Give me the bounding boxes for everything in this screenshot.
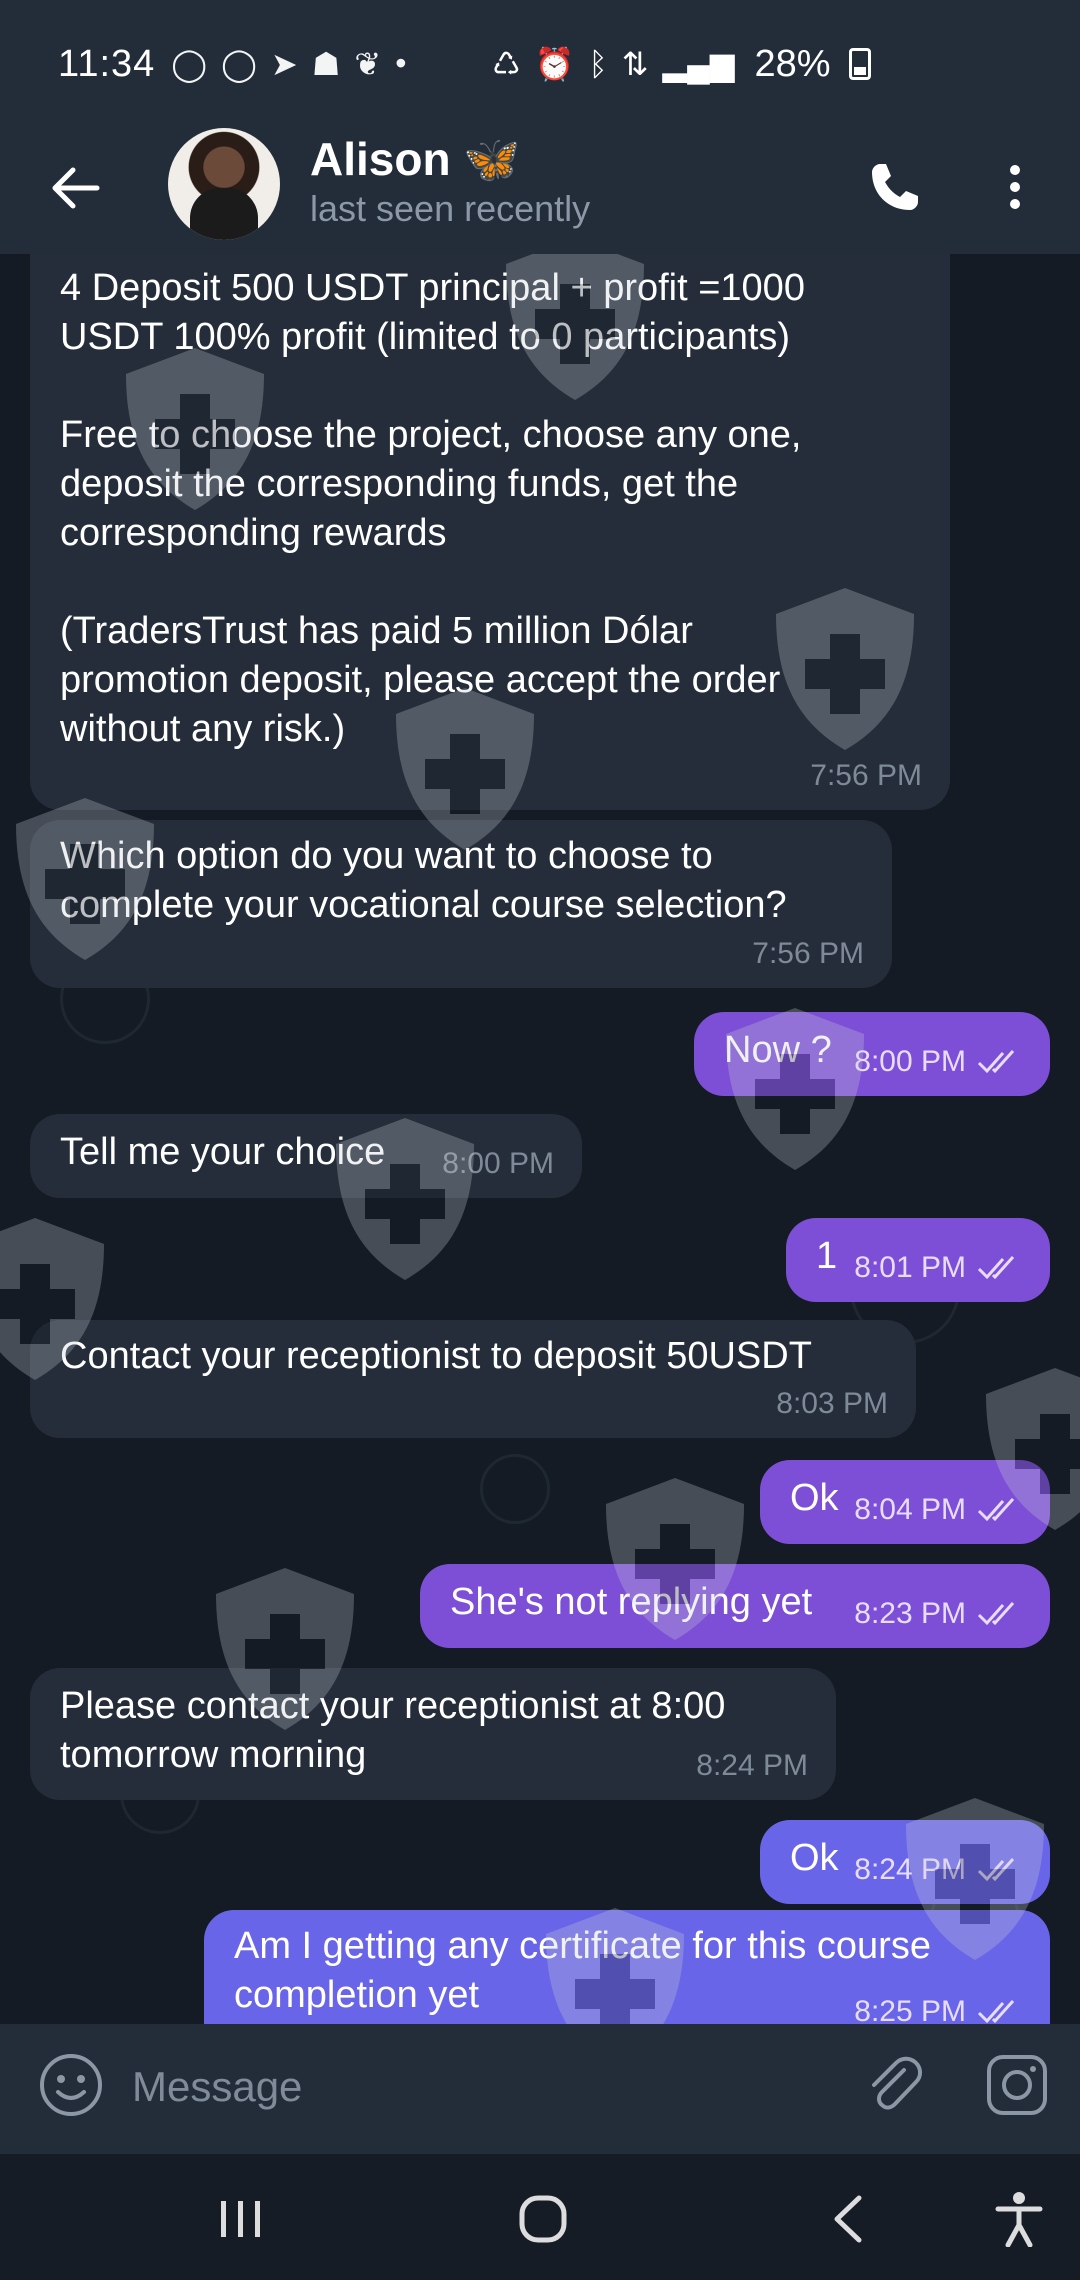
message-bubble-incoming[interactable]: Please contact your receptionist at 8:00… [30, 1668, 836, 1800]
accessibility-button[interactable] [984, 2184, 1054, 2254]
system-icons: ♺ ⏰ ᛒ ⇅ ▂▄▆ 28% [492, 43, 871, 86]
message-meta: 8:24 PM [696, 1741, 808, 1790]
system-navigation-bar [0, 2154, 1080, 2280]
message-input[interactable] [132, 2054, 832, 2120]
message-text: Contact your receptionist to deposit 50U… [60, 1335, 812, 1377]
message-time: 8:03 PM [776, 1387, 888, 1420]
shield-icon [16, 798, 154, 960]
message-bubble-incoming[interactable]: Contact your receptionist to deposit 50U… [30, 1320, 916, 1438]
call-button[interactable] [860, 152, 930, 222]
shield-icon [126, 348, 264, 510]
message-time: 8:00 PM [854, 1045, 966, 1078]
alarm-icon: ⏰ [534, 46, 575, 82]
message-time: 8:04 PM [854, 1493, 966, 1526]
recycle-icon: ♺ [492, 46, 521, 82]
message-meta: 8:03 PM [776, 1379, 888, 1428]
chat-header: Alison 🦋 last seen recently [0, 128, 1080, 254]
message-meta: 8:01 PM [854, 1243, 1022, 1292]
arrow-left-icon [52, 167, 100, 209]
message-time: 8:24 PM [696, 1749, 808, 1782]
chevron-left-icon [834, 2195, 862, 2243]
shield-icon [0, 1218, 104, 1380]
phone-icon [872, 164, 918, 210]
back-button[interactable] [40, 152, 112, 224]
message-time: 7:56 PM [810, 759, 922, 792]
shield-icon [546, 1908, 684, 2024]
shield-icon [986, 1368, 1080, 1530]
home-button[interactable] [508, 2184, 578, 2254]
emoji-icon[interactable] [38, 2052, 104, 2118]
shield-icon [776, 588, 914, 750]
battery-icon [848, 48, 871, 80]
background-pattern [480, 1454, 550, 1524]
shield-icon [336, 1118, 474, 1280]
message-time: 8:23 PM [854, 1597, 966, 1630]
message-meta: 7:56 PM [810, 751, 922, 800]
accessibility-icon [995, 2192, 1043, 2247]
double-check-icon [977, 1999, 1015, 2023]
avatar[interactable] [168, 128, 280, 240]
more-vert-icon [1010, 165, 1020, 209]
message-meta: 8:00 PM [854, 1037, 1022, 1086]
back-nav-button[interactable] [814, 2184, 884, 2254]
message-meta: 8:25 PM [854, 1987, 1022, 2024]
contact-name[interactable]: Alison 🦋 [310, 132, 521, 187]
shield-icon [906, 1798, 1044, 1960]
whatsapp-icon: ◯ [171, 46, 208, 82]
shield-icon [606, 1478, 744, 1640]
contact-status: last seen recently [310, 188, 591, 229]
double-check-icon [977, 1049, 1015, 1073]
shield-icon [506, 254, 644, 400]
recent-apps-button[interactable] [206, 2184, 276, 2254]
snapchat-icon: ☗ [311, 46, 341, 82]
chat-area[interactable]: 4 Deposit 500 USDT principal + profit =1… [0, 254, 1080, 2024]
message-composer [0, 2024, 1080, 2154]
more-options-button[interactable] [990, 152, 1040, 222]
message-bubble-outgoing[interactable]: 1 8:01 PM [786, 1218, 1050, 1302]
message-meta: 7:56 PM [752, 929, 864, 978]
message-meta: 8:23 PM [854, 1589, 1022, 1638]
message-time: 8:25 PM [854, 1995, 966, 2024]
signal-icon: ▂▄▆ [662, 46, 735, 82]
notification-icons: ◯ ◯ ➤ ☗ ❦ • [171, 45, 406, 83]
message-time: 7:56 PM [752, 937, 864, 970]
double-check-icon [977, 1601, 1015, 1625]
home-icon [519, 2195, 567, 2243]
shield-icon [726, 1008, 864, 1170]
butterfly-icon: ❦ [354, 46, 382, 82]
battery-percent: 28% [754, 42, 831, 85]
message-text: Please contact your receptionist at 8:00… [60, 1685, 726, 1776]
camera-icon[interactable] [984, 2052, 1050, 2118]
status-time: 11:34 [58, 42, 156, 85]
paperclip-icon[interactable] [860, 2052, 926, 2118]
shield-icon [396, 688, 534, 850]
shield-icon [216, 1568, 354, 1730]
data-icon: ⇅ [621, 46, 649, 82]
whatsapp-icon: ◯ [221, 46, 257, 82]
message-time: 8:01 PM [854, 1251, 966, 1284]
recent-apps-icon [221, 2201, 260, 2237]
bluetooth-icon: ᛒ [588, 45, 608, 82]
message-bubble-incoming[interactable]: Tell me your choice 8:00 PM [30, 1114, 582, 1198]
dot-icon: • [395, 45, 407, 81]
telegram-icon: ➤ [270, 46, 298, 82]
status-bar: 11:34 ◯ ◯ ➤ ☗ ❦ • ♺ ⏰ ᛒ ⇅ ▂▄▆ 28% [0, 0, 1080, 128]
double-check-icon [977, 1255, 1015, 1279]
